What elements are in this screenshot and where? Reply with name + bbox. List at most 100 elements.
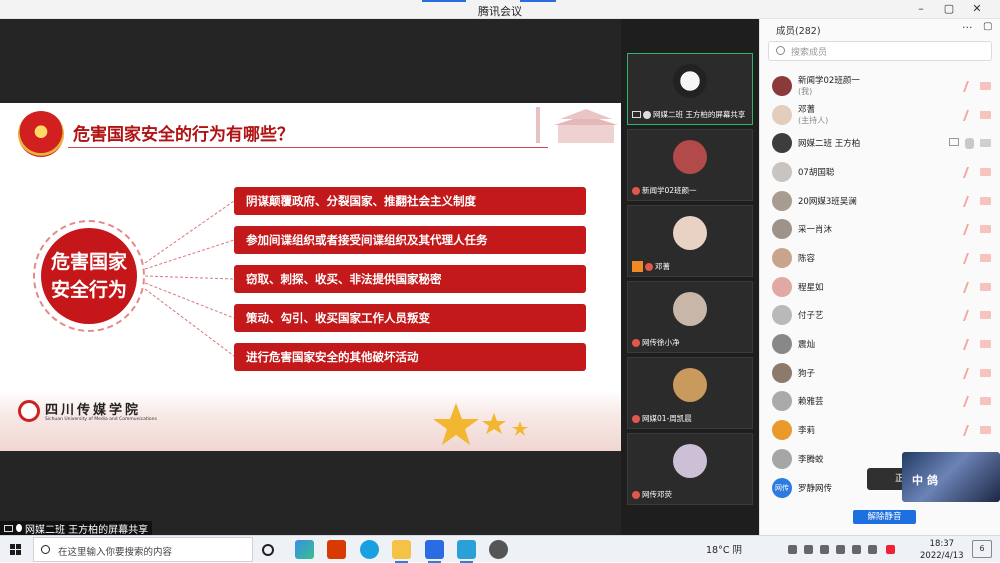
member-row[interactable]: 07胡国聪	[760, 158, 1000, 186]
tray-icon[interactable]	[788, 545, 797, 554]
member-row[interactable]: 李莉	[760, 416, 1000, 444]
school-english-name: Sichuan University of Media and Communic…	[45, 417, 157, 422]
camera-off-icon[interactable]	[980, 225, 991, 233]
clock[interactable]: 18:37 2022/4/13	[920, 538, 964, 562]
member-row[interactable]: 邓蓍 (主持人)	[760, 101, 1000, 129]
video-thumb[interactable]: 网传徐小净	[627, 281, 753, 353]
member-row[interactable]: 新闻学02班颜一 (我)	[760, 72, 1000, 100]
member-row[interactable]: 付子艺	[760, 301, 1000, 329]
camera-off-icon[interactable]	[980, 283, 991, 291]
member-row[interactable]: 采一肖沐	[760, 215, 1000, 243]
camera-off-icon[interactable]	[980, 369, 991, 377]
tray-icon[interactable]	[820, 545, 829, 554]
window-title: 腾讯会议	[478, 5, 522, 18]
center-circle-label: 危害国家安全行为	[50, 251, 127, 301]
screen-share-icon	[632, 111, 641, 118]
member-row[interactable]: 程星如	[760, 273, 1000, 301]
member-name: 李腾蛟	[798, 455, 824, 465]
camera-off-icon[interactable]	[980, 340, 991, 348]
tray-icon[interactable]	[886, 545, 895, 554]
slide-item-1: 阴谋颠覆政府、分裂国家、推翻社会主义制度	[234, 187, 586, 215]
file-explorer-icon[interactable]	[392, 540, 411, 563]
mic-muted-icon[interactable]	[962, 110, 977, 121]
search-icon	[41, 545, 50, 554]
mic-muted-icon[interactable]	[962, 310, 977, 321]
member-row[interactable]: 赖雅芸	[760, 387, 1000, 415]
member-row[interactable]: 震灿	[760, 330, 1000, 358]
member-row[interactable]: 陈容	[760, 244, 1000, 272]
minimize-button[interactable]: –	[910, 2, 932, 15]
avatar	[772, 105, 792, 125]
camera-off-icon[interactable]	[980, 197, 991, 205]
school-name: 四川传媒学院	[45, 403, 142, 418]
member-row[interactable]: 网媒二班 王方柏	[760, 129, 1000, 157]
maximize-button[interactable]: ▢	[938, 2, 960, 15]
mic-icon	[643, 110, 651, 119]
video-thumb[interactable]: 网传邓荧	[627, 433, 753, 505]
video-thumb[interactable]: 邓蓍	[627, 205, 753, 277]
mic-muted-icon[interactable]	[962, 253, 977, 264]
settings-icon[interactable]	[489, 540, 508, 559]
camera-off-icon[interactable]	[980, 168, 991, 176]
member-name: 新闻学02班颜一	[798, 76, 860, 86]
tray-icon[interactable]	[804, 545, 813, 554]
notification-icon[interactable]: 6	[972, 540, 992, 558]
video-thumb[interactable]: 网媒二班 王方柏的屏幕共享	[627, 53, 753, 125]
slide-item-4: 策动、勾引、收买国家工作人员叛变	[234, 304, 586, 332]
video-thumb[interactable]: 新闻学02班颜一	[627, 129, 753, 201]
member-name: 震灿	[798, 340, 816, 350]
mic-muted-icon[interactable]	[962, 81, 977, 92]
close-button[interactable]: ✕	[966, 2, 988, 15]
more-options-icon[interactable]: ···	[962, 21, 973, 34]
unmute-all-button[interactable]: 解除静音	[853, 510, 916, 524]
tray-icon[interactable]	[852, 545, 861, 554]
video-thumb[interactable]: 网媒01-周凯晨	[627, 357, 753, 429]
volume-icon[interactable]	[868, 545, 877, 554]
camera-off-icon[interactable]	[980, 111, 991, 119]
avatar	[772, 420, 792, 440]
participant-name: 网媒01-周凯晨	[642, 414, 692, 423]
member-search-placeholder: 搜索成员	[791, 48, 828, 58]
title-accent	[422, 0, 466, 2]
member-name: 赖雅芸	[798, 397, 824, 407]
tencent-meeting-icon[interactable]	[425, 540, 444, 563]
camera-off-icon[interactable]	[980, 254, 991, 262]
weather-widget[interactable]: 18°C 阴	[706, 542, 742, 556]
avatar	[772, 277, 792, 297]
mic-muted-icon[interactable]	[962, 224, 977, 235]
camera-off-icon[interactable]	[980, 311, 991, 319]
mic-muted-icon[interactable]	[962, 196, 977, 207]
member-search-input[interactable]: 搜索成员	[768, 41, 992, 61]
taskbar-search-input[interactable]: 在这里输入你要搜索的内容	[33, 537, 253, 562]
search-icon	[776, 46, 785, 55]
participant-name: 网媒二班 王方柏的屏幕共享	[653, 110, 746, 119]
task-view-icon[interactable]	[262, 544, 274, 556]
mic-muted-icon[interactable]	[962, 339, 977, 350]
member-name: 程星如	[798, 283, 824, 293]
camera-off-icon[interactable]	[980, 139, 991, 147]
popout-icon[interactable]: ▢	[983, 21, 992, 32]
time: 18:37	[929, 539, 955, 549]
browser-icon[interactable]	[360, 540, 379, 559]
mic-muted-icon[interactable]	[962, 167, 977, 178]
app-icon[interactable]	[457, 540, 476, 563]
member-name: 李莉	[798, 426, 816, 436]
member-name: 陈容	[798, 254, 816, 264]
camera-off-icon[interactable]	[980, 397, 991, 405]
center-circle: 危害国家安全行为	[41, 228, 137, 324]
member-row[interactable]: 20网媒3班吴澜	[760, 187, 1000, 215]
member-row[interactable]: 狗子	[760, 359, 1000, 387]
mic-icon	[16, 524, 22, 532]
members-title: 成员(282)	[776, 26, 821, 37]
mic-muted-icon[interactable]	[962, 425, 977, 436]
camera-off-icon[interactable]	[980, 426, 991, 434]
office-icon[interactable]	[327, 540, 346, 559]
mic-muted-icon[interactable]	[962, 368, 977, 379]
tray-icon[interactable]	[836, 545, 845, 554]
camera-off-icon[interactable]	[980, 82, 991, 90]
mic-muted-icon[interactable]	[962, 282, 977, 293]
mic-muted-icon[interactable]	[962, 396, 977, 407]
mic-icon[interactable]	[965, 138, 974, 149]
edge-icon[interactable]	[295, 540, 314, 559]
start-button[interactable]	[10, 544, 21, 555]
